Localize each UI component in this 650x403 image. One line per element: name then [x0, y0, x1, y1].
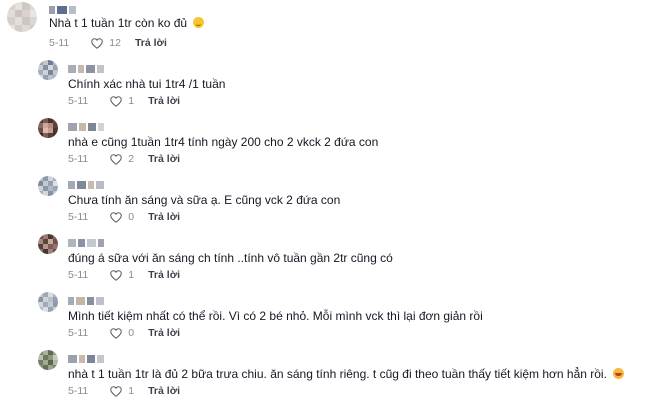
- avatar[interactable]: [38, 350, 58, 370]
- like-button[interactable]: 0: [110, 327, 134, 340]
- heart-icon: [110, 328, 123, 339]
- comment-meta: 5-11 2 Trả lời: [68, 153, 180, 166]
- username[interactable]: [68, 296, 104, 305]
- heart-icon: [110, 386, 123, 397]
- reply-button[interactable]: Trả lời: [148, 153, 180, 166]
- avatar[interactable]: [7, 2, 37, 32]
- avatar[interactable]: [38, 118, 58, 138]
- heart-icon: [110, 212, 123, 223]
- smile-emoji-icon: [193, 17, 205, 28]
- comment-date: 5-11: [68, 153, 89, 165]
- like-button[interactable]: 2: [110, 153, 134, 166]
- like-count: 1: [128, 269, 135, 281]
- username[interactable]: [68, 64, 104, 73]
- comment-text: Chính xác nhà tui 1tr4 /1 tuần: [68, 77, 226, 91]
- comment-date: 5-11: [68, 327, 89, 339]
- avatar[interactable]: [38, 292, 58, 312]
- username[interactable]: [68, 122, 104, 131]
- avatar[interactable]: [38, 234, 58, 254]
- comment-text: Mình tiết kiệm nhất có thể rồi. Vì có 2 …: [68, 309, 483, 323]
- username[interactable]: [68, 238, 104, 247]
- comment-date: 5-11: [68, 211, 89, 223]
- comment-text: nhà e cũng 1tuần 1tr4 tính ngày 200 cho …: [68, 135, 379, 149]
- reply-button[interactable]: Trả lời: [135, 37, 167, 50]
- like-count: 1: [128, 95, 135, 107]
- username[interactable]: [49, 5, 76, 14]
- reply-button[interactable]: Trả lời: [148, 269, 180, 282]
- comment-text-content: Nhà t 1 tuần 1tr còn ko đủ: [49, 16, 188, 30]
- comment-meta: 5-11 12 Trả lời: [49, 37, 167, 50]
- avatar[interactable]: [38, 176, 58, 196]
- like-button[interactable]: 1: [110, 269, 134, 282]
- comment-date: 5-11: [49, 37, 70, 49]
- like-count: 12: [109, 37, 121, 49]
- like-count: 0: [128, 211, 135, 223]
- like-count: 2: [128, 153, 135, 165]
- comment-meta: 5-11 1 Trả lời: [68, 95, 180, 108]
- heart-icon: [110, 154, 123, 165]
- comment-meta: 5-11 0 Trả lời: [68, 211, 180, 224]
- username[interactable]: [68, 354, 104, 363]
- comment-text-content: nhà t 1 tuần 1tr là đủ 2 bữa trưa chiu. …: [68, 367, 607, 381]
- comment-meta: 5-11 1 Trả lời: [68, 269, 180, 282]
- comment-meta: 5-11 0 Trả lời: [68, 327, 180, 340]
- comment-meta: 5-11 1 Trả lời: [68, 385, 180, 398]
- heart-icon: [91, 38, 104, 49]
- like-button[interactable]: 1: [110, 95, 134, 108]
- reply-button[interactable]: Trả lời: [148, 211, 180, 224]
- like-button[interactable]: 12: [91, 37, 121, 50]
- comment-date: 5-11: [68, 385, 89, 397]
- laugh-emoji-icon: [613, 368, 625, 379]
- like-count: 0: [128, 327, 135, 339]
- reply-button[interactable]: Trả lời: [148, 327, 180, 340]
- comment-text: nhà t 1 tuần 1tr là đủ 2 bữa trưa chiu. …: [68, 367, 625, 382]
- heart-icon: [110, 270, 123, 281]
- comment-text: đúng á sữa với ăn sáng ch tính ..tính vô…: [68, 251, 393, 265]
- like-button[interactable]: 1: [110, 385, 134, 398]
- reply-button[interactable]: Trả lời: [148, 95, 180, 108]
- comment-date: 5-11: [68, 95, 89, 107]
- comment-text: Nhà t 1 tuần 1tr còn ko đủ: [49, 16, 205, 31]
- comment-text: Chưa tính ăn sáng và sữa ạ. E cũng vck 2…: [68, 193, 341, 207]
- username[interactable]: [68, 180, 104, 189]
- reply-button[interactable]: Trả lời: [148, 385, 180, 398]
- comment-date: 5-11: [68, 269, 89, 281]
- like-count: 1: [128, 385, 135, 397]
- like-button[interactable]: 0: [110, 211, 134, 224]
- heart-icon: [110, 96, 123, 107]
- avatar[interactable]: [38, 60, 58, 80]
